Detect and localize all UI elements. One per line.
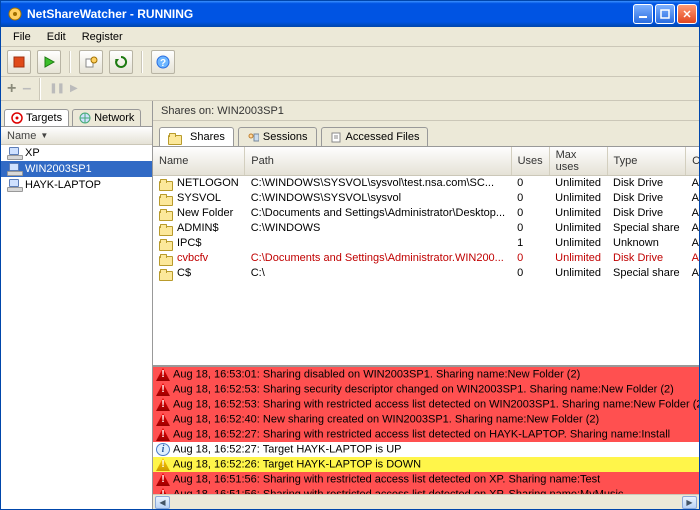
- shares-grid[interactable]: Name Path Uses Max uses Type Created Rem…: [153, 147, 699, 366]
- menu-file[interactable]: File: [5, 29, 39, 45]
- minimize-button[interactable]: [633, 4, 653, 24]
- col-uses[interactable]: Uses: [511, 147, 549, 176]
- share-folder-icon: [159, 178, 173, 189]
- tab-shares[interactable]: Shares: [159, 127, 234, 146]
- targets-list[interactable]: XP WIN2003SP1 HAYK-LAPTOP: [1, 145, 152, 509]
- tab-accessed-label: Accessed Files: [346, 131, 420, 143]
- col-created[interactable]: Created: [686, 147, 699, 176]
- toolbar: ?: [1, 47, 699, 77]
- info-icon: i: [156, 443, 170, 456]
- error-icon: !: [156, 413, 170, 426]
- svg-text:?: ?: [160, 58, 166, 69]
- target-name: WIN2003SP1: [25, 163, 92, 175]
- share-folder-icon: [159, 223, 173, 234]
- app-icon: [7, 6, 23, 22]
- share-row[interactable]: SYSVOLC:\WINDOWS\SYSVOL\sysvol0Unlimited…: [153, 191, 699, 206]
- error-icon: !: [156, 368, 170, 381]
- menu-register[interactable]: Register: [74, 29, 131, 45]
- log-scrollbar[interactable]: ◀ ▶: [153, 494, 699, 509]
- help-button[interactable]: ?: [151, 50, 175, 74]
- resume-target-button[interactable]: ▶: [70, 83, 78, 94]
- error-icon: !: [156, 473, 170, 486]
- tab-targets[interactable]: Targets: [4, 109, 69, 126]
- host-icon: [7, 163, 21, 175]
- share-row[interactable]: IPC$1UnlimitedUnknownAug 18, 16:36:44Rem…: [153, 236, 699, 251]
- stop-button[interactable]: [7, 50, 31, 74]
- error-icon: !: [156, 398, 170, 411]
- tab-sessions[interactable]: Sessions: [238, 127, 317, 146]
- target-toolbar: + – ❚❚ ▶: [1, 77, 699, 101]
- warning-icon: !: [156, 458, 170, 471]
- targets-column-header[interactable]: Name ▼: [1, 127, 152, 145]
- shares-icon: [168, 132, 182, 143]
- log-row[interactable]: !Aug 18, 16:52:53: Sharing with restrict…: [153, 397, 699, 412]
- error-icon: !: [156, 428, 170, 441]
- log-row[interactable]: !Aug 18, 16:52:26: Target HAYK-LAPTOP is…: [153, 457, 699, 472]
- share-row[interactable]: cvbcfvC:\Documents and Settings\Administ…: [153, 251, 699, 266]
- col-name[interactable]: Name: [153, 147, 245, 176]
- tab-shares-label: Shares: [190, 131, 225, 143]
- shares-on-value: WIN2003SP1: [217, 105, 284, 117]
- error-icon: !: [156, 383, 170, 396]
- menu-edit[interactable]: Edit: [39, 29, 74, 45]
- tab-targets-label: Targets: [26, 112, 62, 124]
- share-row[interactable]: New FolderC:\Documents and Settings\Admi…: [153, 206, 699, 221]
- shares-on-label: Shares on:: [161, 105, 214, 117]
- add-target-button[interactable]: +: [7, 80, 16, 98]
- close-button[interactable]: [677, 4, 697, 24]
- share-folder-icon: [159, 193, 173, 204]
- target-name: XP: [25, 147, 40, 159]
- share-folder-icon: [159, 268, 173, 279]
- maximize-button[interactable]: [655, 4, 675, 24]
- host-icon: [7, 147, 21, 159]
- tab-accessed-files[interactable]: Accessed Files: [321, 127, 429, 146]
- tab-network[interactable]: Network: [72, 109, 141, 126]
- log-row[interactable]: !Aug 18, 16:52:53: Sharing security desc…: [153, 382, 699, 397]
- app-window: NetShareWatcher - RUNNING File Edit Regi…: [0, 0, 700, 510]
- share-row[interactable]: NETLOGONC:\WINDOWS\SYSVOL\sysvol\test.ns…: [153, 176, 699, 191]
- target-item[interactable]: XP: [1, 145, 152, 161]
- files-icon: [330, 131, 342, 143]
- log-panel[interactable]: !Aug 18, 16:53:01: Sharing disabled on W…: [153, 366, 699, 494]
- left-pane: Targets Network Name ▼ XP WIN2003SP1 HAYK-…: [1, 101, 153, 509]
- settings-button[interactable]: [79, 50, 103, 74]
- share-row[interactable]: ADMIN$C:\WINDOWS0UnlimitedSpecial shareA…: [153, 221, 699, 236]
- right-pane: Shares on: WIN2003SP1 Shares Sessions Ac…: [153, 101, 699, 509]
- log-row[interactable]: !Aug 18, 16:52:27: Sharing with restrict…: [153, 427, 699, 442]
- target-name: HAYK-LAPTOP: [25, 179, 101, 191]
- share-folder-icon: [159, 208, 173, 219]
- target-icon: [11, 112, 23, 124]
- scroll-left-icon[interactable]: ◀: [155, 496, 170, 509]
- refresh-button[interactable]: [109, 50, 133, 74]
- col-path[interactable]: Path: [245, 147, 511, 176]
- shares-on-header: Shares on: WIN2003SP1: [153, 101, 699, 121]
- share-row[interactable]: C$C:\0UnlimitedSpecial shareAug 18, 16:3…: [153, 266, 699, 281]
- menubar: File Edit Register: [1, 27, 699, 47]
- window-title: NetShareWatcher - RUNNING: [27, 7, 633, 21]
- host-icon: [7, 179, 21, 191]
- pause-target-button[interactable]: ❚❚: [49, 83, 64, 94]
- tab-sessions-label: Sessions: [263, 131, 308, 143]
- play-button[interactable]: [37, 50, 61, 74]
- titlebar[interactable]: NetShareWatcher - RUNNING: [1, 1, 699, 27]
- share-folder-icon: [159, 238, 173, 249]
- remove-target-button[interactable]: –: [22, 80, 31, 98]
- sessions-icon: [247, 131, 259, 143]
- log-row[interactable]: !Aug 18, 16:52:40: New sharing created o…: [153, 412, 699, 427]
- network-icon: [79, 112, 91, 124]
- scroll-right-icon[interactable]: ▶: [682, 496, 697, 509]
- log-row[interactable]: !Aug 18, 16:51:56: Sharing with restrict…: [153, 487, 699, 494]
- log-row[interactable]: iAug 18, 16:52:27: Target HAYK-LAPTOP is…: [153, 442, 699, 457]
- col-max[interactable]: Max uses: [549, 147, 607, 176]
- log-row[interactable]: !Aug 18, 16:53:01: Sharing disabled on W…: [153, 367, 699, 382]
- col-type[interactable]: Type: [607, 147, 686, 176]
- target-item[interactable]: HAYK-LAPTOP: [1, 177, 152, 193]
- log-row[interactable]: !Aug 18, 16:51:56: Sharing with restrict…: [153, 472, 699, 487]
- target-item[interactable]: WIN2003SP1: [1, 161, 152, 177]
- share-folder-icon: [159, 253, 173, 264]
- tab-network-label: Network: [94, 112, 134, 124]
